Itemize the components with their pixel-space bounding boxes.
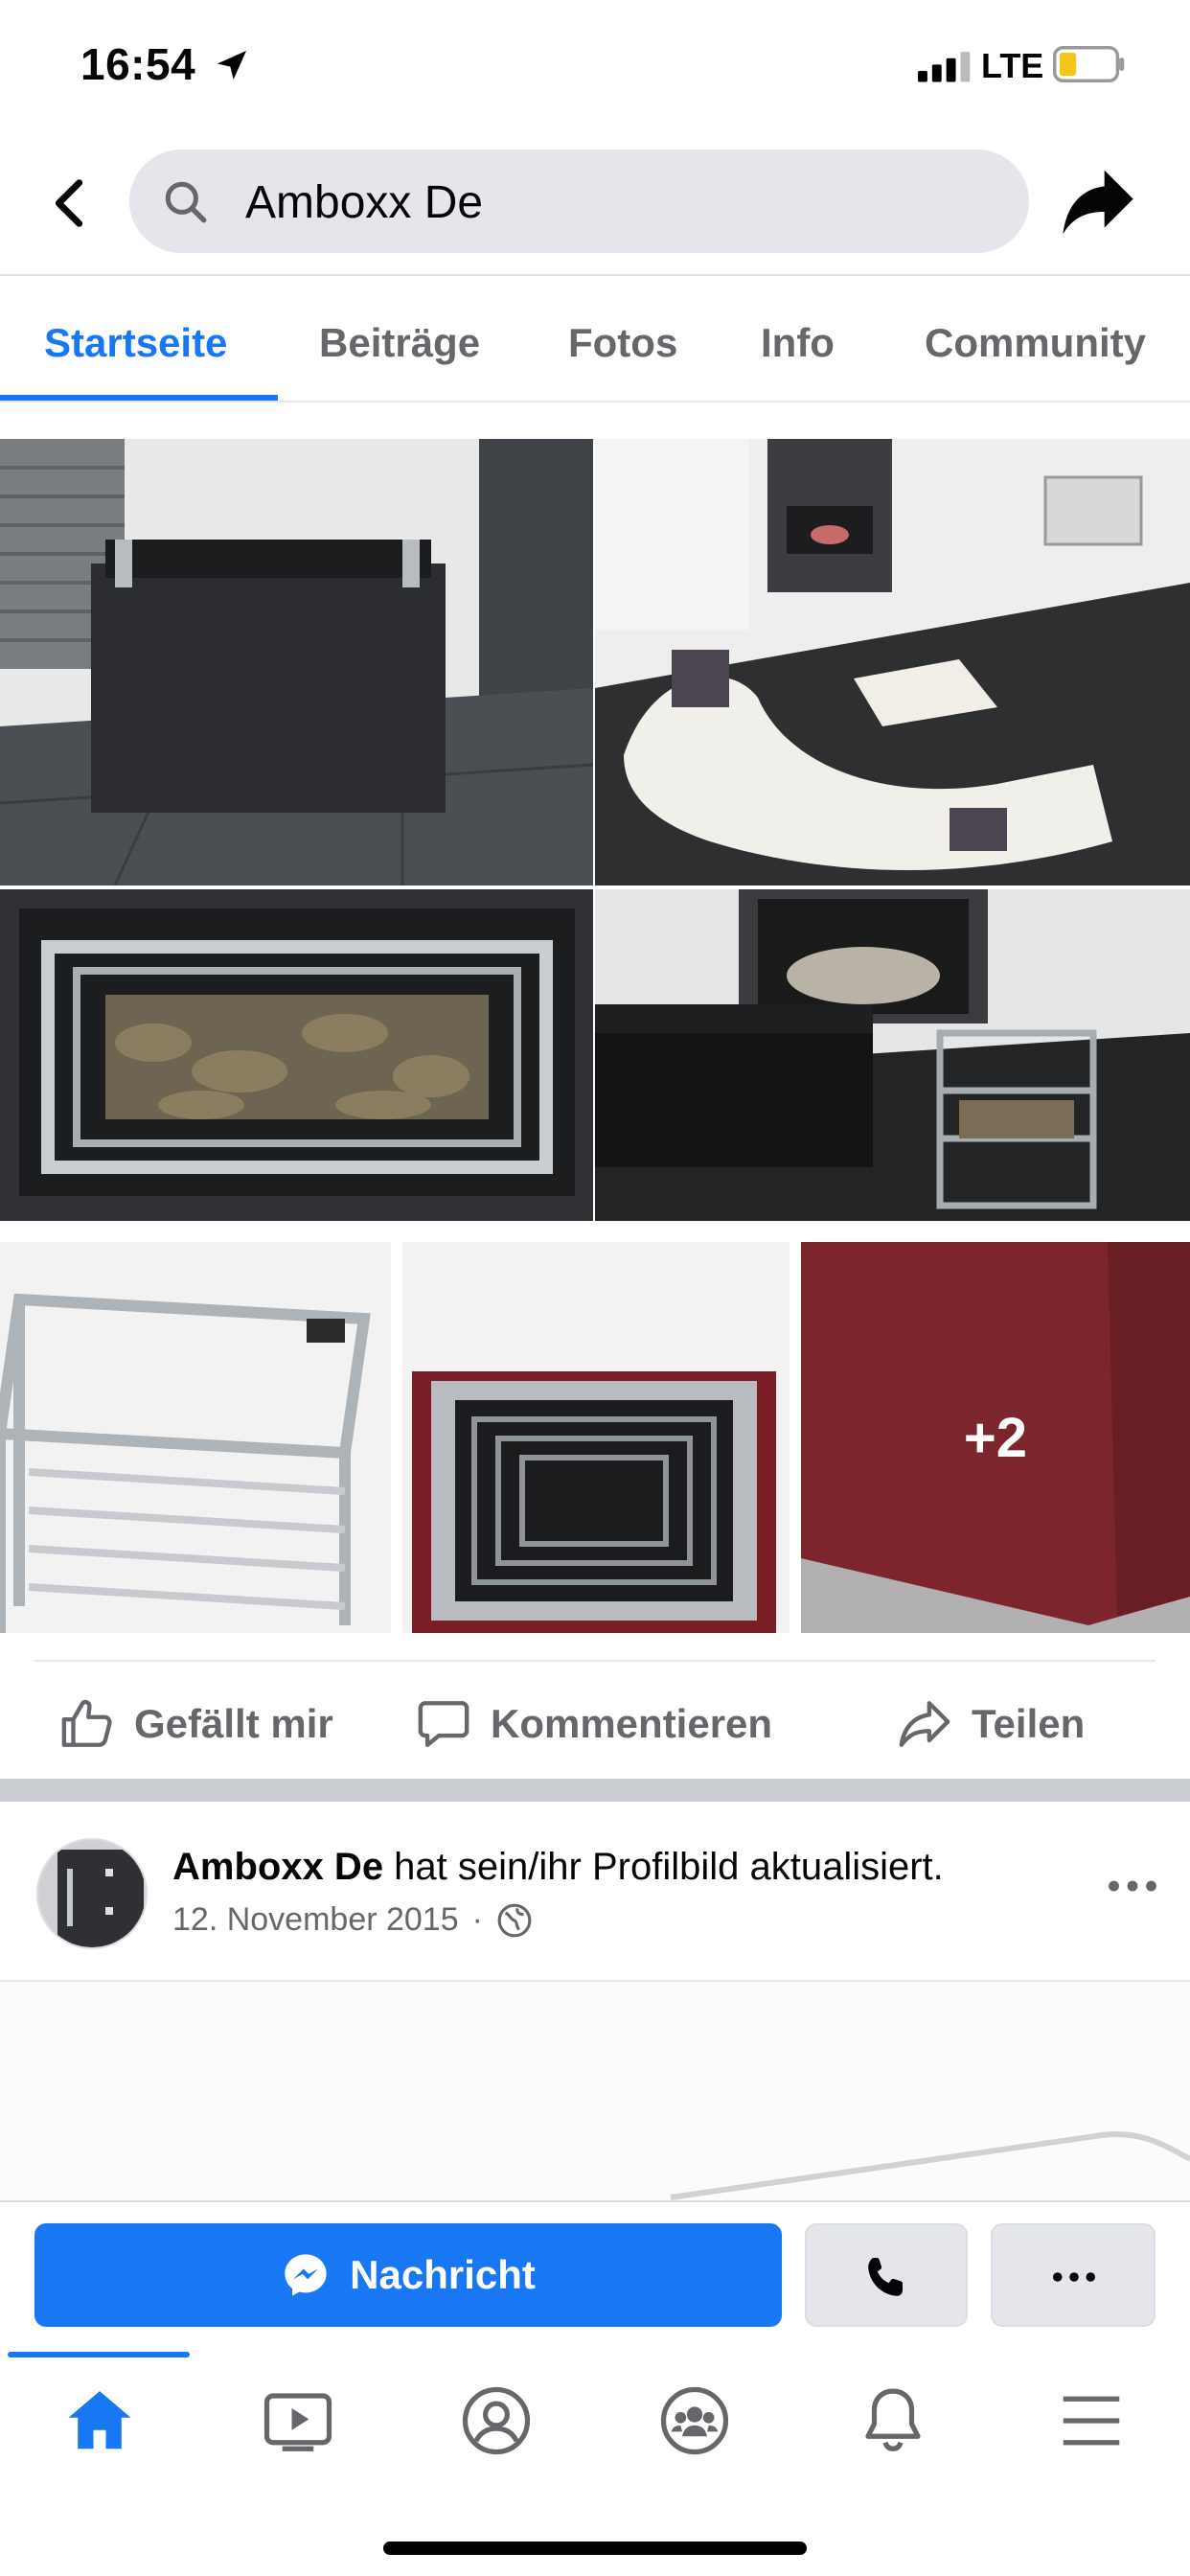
nav-watch[interactable] <box>252 2375 344 2467</box>
post-image[interactable] <box>0 1982 1190 2202</box>
globe-icon <box>497 1903 532 1937</box>
battery-icon <box>1053 46 1125 82</box>
like-label: Gefällt mir <box>134 1701 333 1746</box>
thumbs-up-icon <box>61 1699 112 1747</box>
post-author[interactable]: Amboxx De <box>172 1846 383 1888</box>
search-bar[interactable]: Amboxx De <box>129 150 1029 253</box>
more-photos-count: +2 <box>801 1242 1190 1633</box>
more-dots-icon <box>1052 2272 1096 2282</box>
status-bar: 16:54 LTE <box>0 0 1190 130</box>
photo-5[interactable] <box>0 1242 391 1633</box>
home-icon <box>68 2391 131 2450</box>
tab-beitraege[interactable]: Beiträge <box>319 320 480 366</box>
like-button[interactable]: Gefällt mir <box>59 1696 333 1752</box>
message-label: Nachricht <box>350 2252 536 2297</box>
home-indicator[interactable] <box>383 2542 807 2555</box>
status-time: 16:54 <box>80 39 196 89</box>
comment-label: Kommentieren <box>491 1701 773 1746</box>
meta-separator: · <box>471 1901 483 1938</box>
post-headline: Amboxx De hat sein/ihr Profilbild aktual… <box>172 1846 944 1889</box>
message-button[interactable]: Nachricht <box>34 2223 782 2327</box>
phone-icon <box>868 2258 903 2296</box>
menu-icon <box>1063 2396 1120 2446</box>
nav-groups[interactable] <box>649 2375 741 2467</box>
page-cta-bar: Nachricht <box>0 2200 1190 2352</box>
network-type: LTE <box>981 46 1044 85</box>
share-button[interactable]: Teilen <box>897 1696 1085 1752</box>
more-options-icon[interactable] <box>1108 1874 1157 1898</box>
location-arrow-icon <box>217 51 246 80</box>
share-label: Teilen <box>972 1701 1086 1746</box>
photo-1[interactable] <box>0 439 593 886</box>
share-icon <box>899 1701 950 1747</box>
signal-bars-icon <box>918 52 971 82</box>
photo-6[interactable] <box>402 1242 790 1633</box>
notifications-icon <box>865 2388 921 2451</box>
photo-7-more[interactable]: +2 <box>801 1242 1190 1633</box>
tab-info[interactable]: Info <box>761 320 835 366</box>
post-action-bar: Gefällt mir Kommentieren Teilen <box>34 1660 1156 1777</box>
profile-icon <box>462 2386 531 2455</box>
search-query: Amboxx De <box>245 177 484 228</box>
post-date[interactable]: 12. November 2015 <box>172 1901 459 1939</box>
comment-icon <box>418 1701 469 1747</box>
nav-menu[interactable] <box>1045 2375 1137 2467</box>
nav-home[interactable] <box>54 2375 146 2467</box>
feed-separator <box>0 1779 1190 1802</box>
share-arrow-icon[interactable] <box>1060 167 1136 238</box>
active-tab-indicator <box>0 395 278 401</box>
page-tabs: Startseite Beiträge Fotos Info Community <box>0 278 1190 402</box>
photo-3[interactable] <box>0 889 593 1221</box>
nav-active-indicator <box>8 2352 190 2358</box>
nav-notifications[interactable] <box>847 2375 939 2467</box>
tab-community[interactable]: Community <box>925 320 1146 366</box>
photo-4[interactable] <box>595 889 1190 1221</box>
comment-button[interactable]: Kommentieren <box>416 1696 772 1752</box>
more-actions-button[interactable] <box>991 2223 1156 2327</box>
search-icon <box>165 181 207 223</box>
groups-icon <box>660 2386 729 2455</box>
post-meta: 12. November 2015 · <box>172 1901 533 1939</box>
photo-grid: +2 <box>0 439 1190 1633</box>
tab-fotos[interactable]: Fotos <box>568 320 677 366</box>
nav-profile[interactable] <box>450 2375 542 2467</box>
bottom-navigation <box>0 2352 1190 2576</box>
tab-startseite[interactable]: Startseite <box>44 320 227 366</box>
avatar[interactable] <box>36 1838 148 1949</box>
watch-icon <box>263 2393 332 2451</box>
post-action-text: hat sein/ihr Profilbild aktualisiert. <box>383 1846 944 1888</box>
messenger-icon <box>285 2254 327 2296</box>
call-button[interactable] <box>805 2223 968 2327</box>
photo-2[interactable] <box>595 439 1190 886</box>
search-header: Amboxx De <box>0 130 1190 276</box>
back-arrow-icon[interactable] <box>38 172 100 234</box>
post-header: Amboxx De hat sein/ihr Profilbild aktual… <box>0 1802 1190 1982</box>
